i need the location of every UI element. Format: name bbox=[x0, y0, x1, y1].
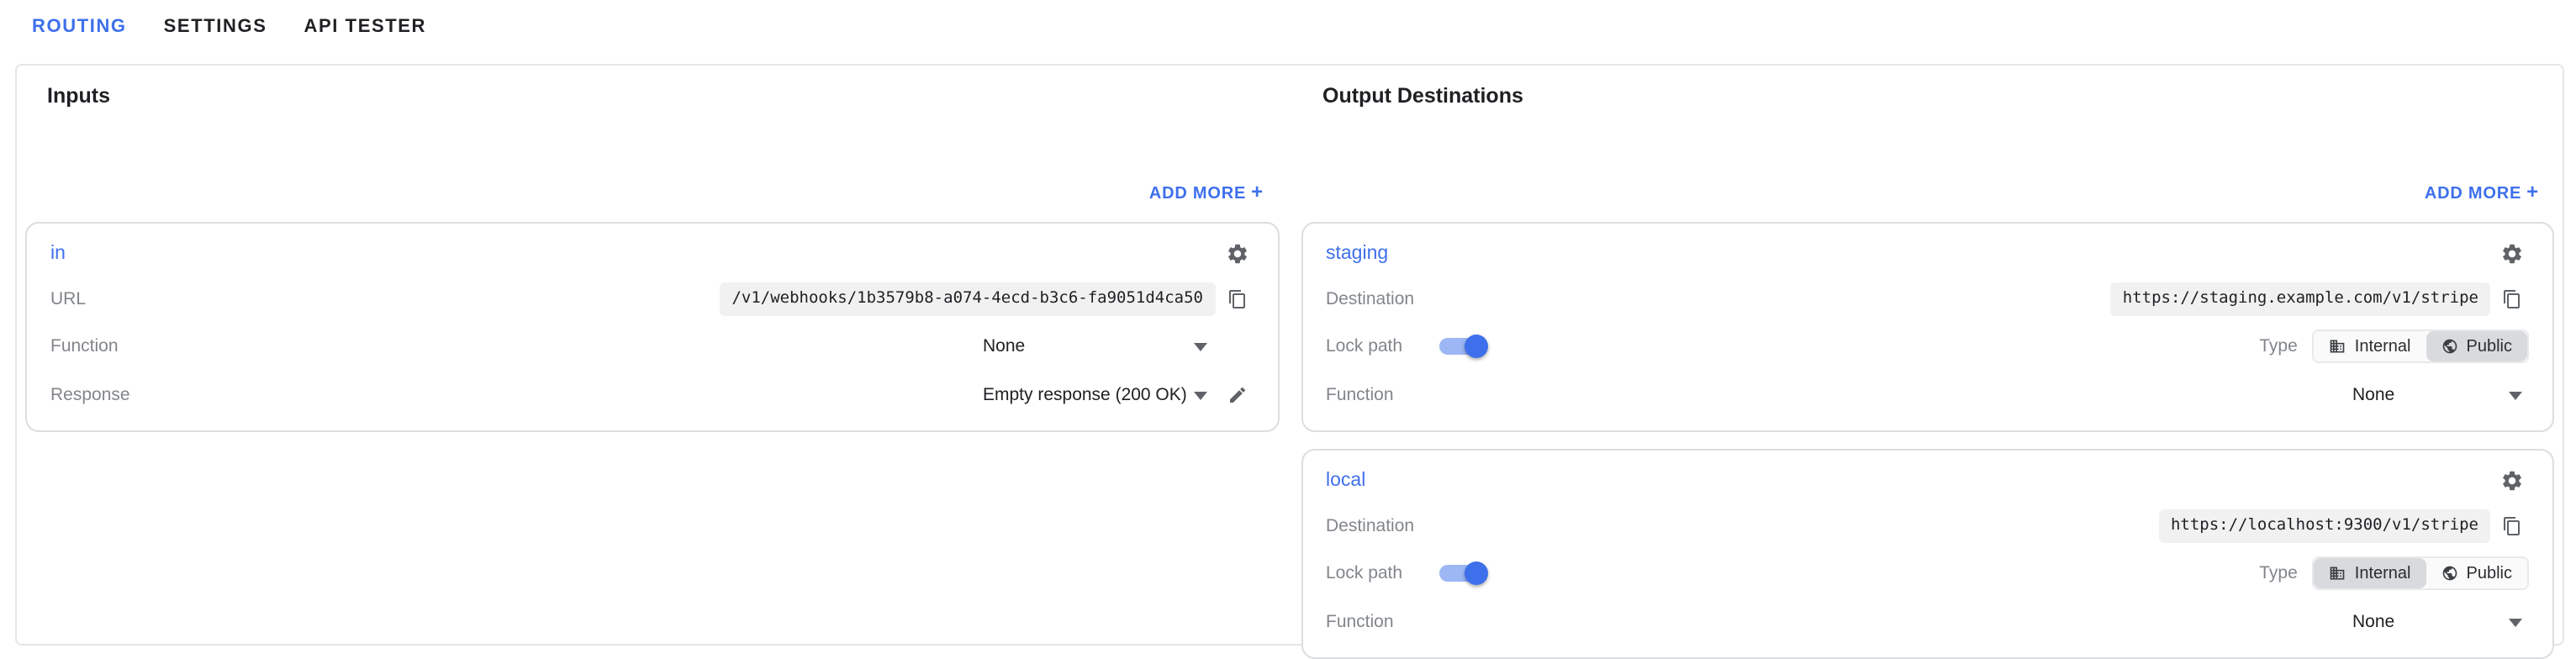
tab-api-tester[interactable]: API TESTER bbox=[304, 17, 426, 39]
card-title-row: local bbox=[1326, 461, 2529, 501]
destination-row: Destination https://staging.example.com/… bbox=[1326, 277, 2529, 321]
copy-destination-button[interactable] bbox=[2495, 509, 2529, 543]
function-row: Function None bbox=[1326, 600, 2529, 644]
globe-icon bbox=[2442, 339, 2457, 354]
destination-value-chip: https://localhost:9300/v1/stripe bbox=[2158, 509, 2490, 543]
outputs-column: Output Destinations ADD MORE + staging De… bbox=[1301, 66, 2554, 659]
response-select-value: Empty response (200 OK) bbox=[983, 385, 1187, 405]
function-select[interactable]: None bbox=[2341, 385, 2529, 405]
input-card-in: in URL /v1/webhooks/1b3579b8-a074-4ecd-b… bbox=[25, 222, 1279, 432]
type-option-internal[interactable]: Internal bbox=[2314, 331, 2426, 361]
output-card-staging: staging Destination https://staging.exam… bbox=[1301, 222, 2554, 432]
output-card-title-link[interactable]: staging bbox=[1326, 244, 1388, 264]
destination-label: Destination bbox=[1326, 289, 1415, 309]
plus-icon: + bbox=[2526, 180, 2539, 203]
card-title-row: in bbox=[50, 234, 1254, 274]
lock-path-toggle[interactable] bbox=[1439, 561, 1489, 585]
response-label: Response bbox=[50, 385, 130, 405]
lock-path-label: Lock path bbox=[1326, 563, 1403, 583]
function-row: Function None bbox=[50, 324, 1254, 368]
url-value-chip: /v1/webhooks/1b3579b8-a074-4ecd-b3c6-fa9… bbox=[720, 282, 1215, 316]
destination-label: Destination bbox=[1326, 516, 1415, 536]
chevron-down-icon bbox=[1193, 391, 1206, 399]
globe-icon bbox=[2442, 566, 2457, 581]
edit-response-button[interactable] bbox=[1220, 378, 1254, 412]
output-card-local: local Destination https://localhost:9300… bbox=[1301, 449, 2554, 659]
copy-icon bbox=[2504, 517, 2520, 535]
add-more-label: ADD MORE bbox=[2424, 185, 2522, 203]
settings-gear-button[interactable] bbox=[2495, 237, 2529, 271]
type-segmented-control: Internal Public bbox=[2312, 556, 2529, 590]
function-row: Function None bbox=[1326, 373, 2529, 417]
type-label: Type bbox=[2259, 336, 2298, 356]
copy-url-button[interactable] bbox=[1220, 282, 1254, 316]
function-select-value: None bbox=[983, 336, 1026, 356]
response-row: Response Empty response (200 OK) bbox=[50, 373, 1254, 417]
routing-panel: Inputs ADD MORE + in URL /v1/webhooks/1b3… bbox=[15, 64, 2564, 659]
type-option-public[interactable]: Public bbox=[2426, 331, 2527, 361]
input-card-title-link[interactable]: in bbox=[50, 244, 66, 264]
chevron-down-icon bbox=[2509, 391, 2522, 399]
gear-icon bbox=[2503, 471, 2521, 491]
gear-icon bbox=[1227, 244, 1246, 264]
destination-value-chip: https://staging.example.com/v1/stripe bbox=[2110, 282, 2490, 316]
settings-gear-button[interactable] bbox=[1220, 237, 1254, 271]
url-row: URL /v1/webhooks/1b3579b8-a074-4ecd-b3c6… bbox=[50, 277, 1254, 321]
copy-icon bbox=[2504, 290, 2520, 308]
lock-path-type-row: Lock path Type Internal Public bbox=[1326, 551, 2529, 595]
function-select[interactable]: None bbox=[971, 336, 1206, 356]
add-input-button[interactable]: ADD MORE + bbox=[25, 182, 1279, 205]
lock-path-type-row: Lock path Type Internal Public bbox=[1326, 324, 2529, 368]
type-segmented-control: Internal Public bbox=[2312, 330, 2529, 363]
outputs-heading: Output Destinations bbox=[1322, 84, 1523, 108]
type-label: Type bbox=[2259, 563, 2298, 583]
gear-icon bbox=[2503, 244, 2521, 264]
inputs-column: Inputs ADD MORE + in URL /v1/webhooks/1b3… bbox=[25, 66, 1279, 644]
copy-destination-button[interactable] bbox=[2495, 282, 2529, 316]
settings-gear-button[interactable] bbox=[2495, 464, 2529, 498]
pencil-icon bbox=[1229, 387, 1245, 403]
tab-bar: ROUTING SETTINGS API TESTER bbox=[0, 0, 2576, 39]
add-output-button[interactable]: ADD MORE + bbox=[1301, 182, 2554, 205]
type-option-internal[interactable]: Internal bbox=[2314, 558, 2426, 588]
lock-path-label: Lock path bbox=[1326, 336, 1403, 356]
function-label: Function bbox=[1326, 612, 1394, 632]
add-more-label: ADD MORE bbox=[1148, 185, 1247, 203]
building-icon bbox=[2331, 340, 2346, 353]
function-select-value: None bbox=[2352, 612, 2395, 632]
response-select[interactable]: Empty response (200 OK) bbox=[971, 385, 1206, 405]
lock-path-toggle[interactable] bbox=[1439, 335, 1489, 358]
plus-icon: + bbox=[1251, 180, 1264, 203]
building-icon bbox=[2331, 567, 2346, 580]
destination-row: Destination https://localhost:9300/v1/st… bbox=[1326, 504, 2529, 548]
chevron-down-icon bbox=[1193, 342, 1206, 351]
tab-routing[interactable]: ROUTING bbox=[32, 17, 127, 39]
function-select-value: None bbox=[2352, 385, 2395, 405]
url-label: URL bbox=[50, 289, 87, 309]
inputs-heading: Inputs bbox=[47, 84, 110, 108]
function-label: Function bbox=[50, 336, 119, 356]
type-option-public[interactable]: Public bbox=[2426, 558, 2527, 588]
function-label: Function bbox=[1326, 385, 1394, 405]
card-title-row: staging bbox=[1326, 234, 2529, 274]
output-card-title-link[interactable]: local bbox=[1326, 471, 1365, 491]
function-select[interactable]: None bbox=[2341, 612, 2529, 632]
copy-icon bbox=[1228, 290, 1244, 308]
tab-settings[interactable]: SETTINGS bbox=[164, 17, 267, 39]
routing-page: ROUTING SETTINGS API TESTER Inputs ADD M… bbox=[0, 0, 2576, 659]
chevron-down-icon bbox=[2509, 618, 2522, 626]
